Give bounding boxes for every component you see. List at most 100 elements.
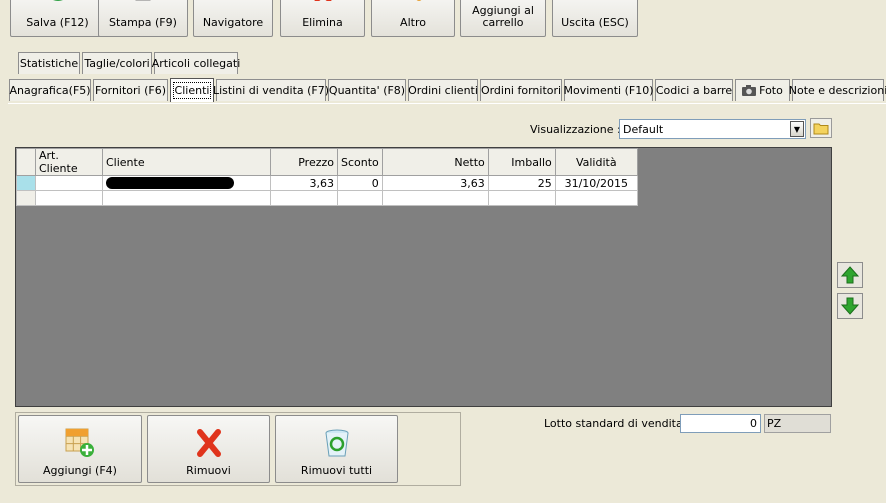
tab-foto[interactable]: Foto [735,79,790,101]
col-art-cliente[interactable]: Art. Cliente [35,148,103,176]
check-icon [52,0,63,1]
cell-empty[interactable] [35,190,103,206]
tab-fornitori[interactable]: Fornitori (F6) [93,79,168,101]
tab-label: Anagrafica(F5) [9,84,91,97]
cell-empty[interactable] [381,190,489,206]
row-indicator[interactable] [16,190,36,206]
lotto-input[interactable]: 0 [680,414,761,433]
tab-ordini-fornitori[interactable]: Ordini fornitori [480,79,562,101]
view-select-value: Default [623,122,664,136]
row-indicator-header [16,148,36,176]
folder-button[interactable] [810,118,832,138]
add-button-label: Aggiungi (F4) [43,464,117,477]
table-row[interactable]: 3,63 0 3,63 25 31/10/2015 [16,175,638,191]
move-up-button[interactable] [837,262,863,288]
col-netto[interactable]: Netto [381,148,489,176]
folder-icon [813,123,829,134]
add-to-cart-button[interactable]: Aggiungi al carrello [460,0,546,37]
arrow-down-icon [841,297,859,315]
redacted-client-name [106,177,234,189]
arrow-up-icon [841,266,859,284]
cell-validita[interactable]: 31/10/2015 [554,175,638,191]
cell-art-cliente[interactable] [35,175,103,191]
tab-taglie-colori[interactable]: Taglie/colori [82,52,152,74]
cell-sconto[interactable]: 0 [337,175,383,191]
tab-label: Fornitori (F6) [94,84,167,97]
grid-header-row: Art. Cliente Cliente Prezzo Sconto Netto… [16,148,638,176]
cell-imballo[interactable]: 25 [487,175,556,191]
remove-button-label: Rimuovi [186,464,231,477]
cell-empty[interactable] [270,190,338,206]
lotto-unit: PZ [764,414,831,433]
delete-button[interactable]: Elimina [280,0,365,37]
tab-listini-vendita[interactable]: Listini di vendita (F7) [212,79,330,101]
more-button[interactable]: Altro [371,0,455,37]
remove-all-button[interactable]: Rimuovi tutti [275,415,398,483]
navigator-button[interactable]: Navigatore [193,0,273,37]
cell-empty[interactable] [487,190,556,206]
cell-netto[interactable]: 3,63 [381,175,489,191]
tab-label: Foto [759,84,783,97]
table-row-empty[interactable] [16,190,638,206]
save-button[interactable]: Salva (F12) [10,0,105,37]
tab-anagrafica[interactable]: Anagrafica(F5) [9,79,91,101]
delete-icon [313,0,332,1]
view-label: Visualizzazione : [530,123,621,136]
tab-statistiche[interactable]: Statistiche [18,52,80,74]
tab-movimenti[interactable]: Movimenti (F10) [563,79,654,101]
col-imballo[interactable]: Imballo [487,148,556,176]
cell-empty[interactable] [102,190,271,206]
tab-label: Taglie/colori [84,57,150,70]
tab-label: Statistiche [19,57,79,70]
tab-label: Movimenti (F10) [563,84,654,97]
camera-icon [742,85,757,96]
add-button[interactable]: Aggiungi (F4) [18,415,142,483]
tab-label: Articoli collegati [151,57,241,70]
col-sconto[interactable]: Sconto [337,148,383,176]
tab-ordini-clienti[interactable]: Ordini clienti [408,79,478,101]
exit-button-label: Uscita (ESC) [561,16,629,29]
tab-label: Ordini fornitori [480,84,562,97]
cell-empty[interactable] [554,190,638,206]
more-icon [416,0,422,1]
print-button[interactable]: Stampa (F9) [98,0,188,37]
tab-label: Ordini clienti [408,84,478,97]
lotto-label: Lotto standard di vendita : [544,417,690,430]
remove-button[interactable]: Rimuovi [147,415,270,483]
tab-quantita[interactable]: Quantita' (F8) [328,79,406,101]
add-to-cart-label: Aggiungi al carrello [472,4,534,29]
more-button-label: Altro [400,16,426,29]
tab-label: Quantita' (F8) [328,84,406,97]
tab-label: Note e descrizioni [788,84,886,97]
col-prezzo[interactable]: Prezzo [270,148,338,176]
row-indicator[interactable] [16,175,36,191]
clients-grid: Art. Cliente Cliente Prezzo Sconto Netto… [16,148,638,206]
print-button-label: Stampa (F9) [109,16,177,29]
exit-icon [585,0,605,1]
col-validita[interactable]: Validità [554,148,638,176]
col-cliente[interactable]: Cliente [102,148,271,176]
view-select[interactable]: Default ▼ [619,119,806,139]
tab-label: Codici a barre [655,84,733,97]
recycle-bin-icon [325,429,348,457]
tab-note-descrizioni[interactable]: Note e descrizioni [788,79,886,101]
navigator-button-label: Navigatore [202,16,264,29]
navigator-icon [219,0,247,1]
delete-button-label: Elimina [302,16,343,29]
add-grid-icon [65,428,94,457]
cell-cliente[interactable] [102,175,271,191]
cell-empty[interactable] [337,190,383,206]
chevron-down-icon[interactable]: ▼ [790,121,804,137]
remove-all-button-label: Rimuovi tutti [300,464,373,477]
save-button-label: Salva (F12) [26,16,89,29]
remove-x-icon [196,429,221,457]
exit-button[interactable]: Uscita (ESC) [552,0,638,37]
cell-prezzo[interactable]: 3,63 [270,175,338,191]
tab-articoli-collegati[interactable]: Articoli collegati [151,52,241,74]
tab-label: Listini di vendita (F7) [212,84,330,97]
printer-icon [135,0,151,1]
move-down-button[interactable] [837,293,863,319]
tab-clienti[interactable]: Clienti [170,78,214,102]
tab-codici-barre[interactable]: Codici a barre [655,79,733,101]
tab-label: Clienti [172,82,212,99]
